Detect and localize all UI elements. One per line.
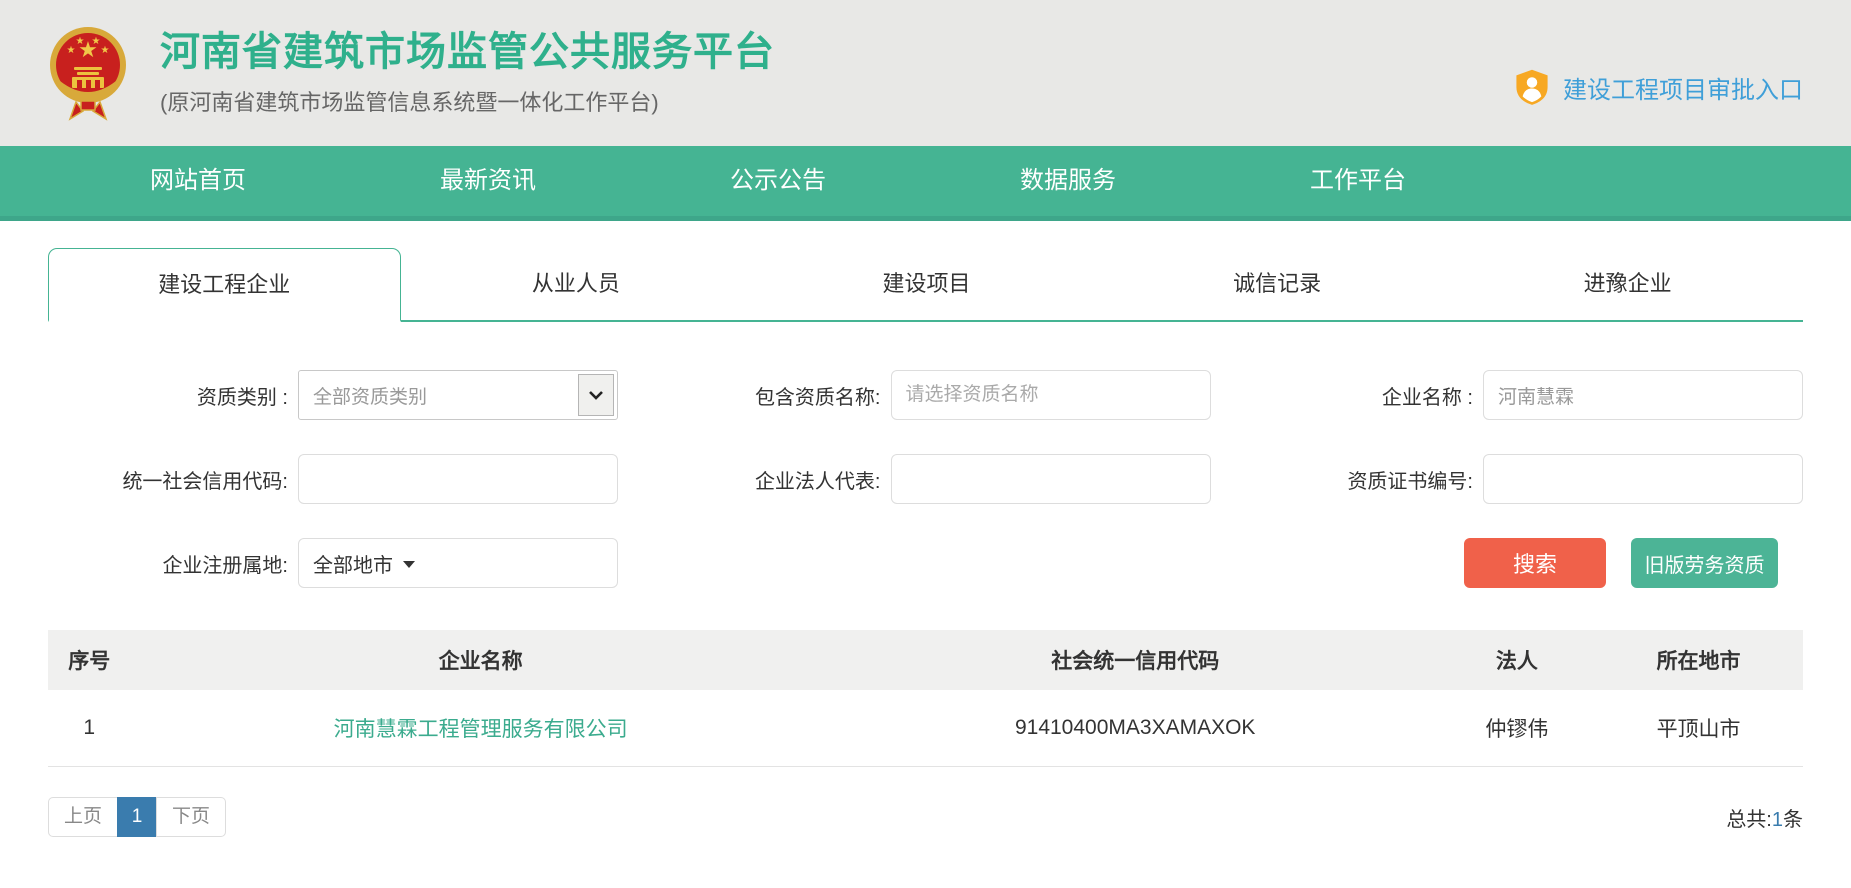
- page-header: ★ ★ ★ ★ ★ 河南省建筑市场监管: [0, 0, 1851, 146]
- tab-enterprises-entering-henan[interactable]: 进豫企业: [1452, 248, 1803, 320]
- tab-construction-enterprises[interactable]: 建设工程企业: [48, 248, 401, 322]
- total-prefix: 总共:: [1726, 809, 1772, 831]
- pagination-prev-button[interactable]: 上页: [48, 797, 118, 837]
- search-form: 资质类别 : 全部资质类别 包含资质名称: 企业名称 : 统一社会信用代码:: [0, 370, 1851, 588]
- svg-text:★: ★: [101, 45, 110, 56]
- table-header-row: 序号 企业名称 社会统一信用代码 法人 所在地市: [48, 630, 1803, 690]
- credit-code-label: 统一社会信用代码:: [48, 465, 298, 494]
- company-name-label: 企业名称 :: [1233, 381, 1483, 410]
- pagination-current-page[interactable]: 1: [117, 797, 157, 837]
- total-count-number: 1: [1772, 809, 1783, 831]
- column-header-company: 企业名称: [130, 630, 830, 690]
- qualification-name-input[interactable]: [891, 370, 1211, 420]
- certificate-no-label: 资质证书编号:: [1233, 465, 1483, 494]
- tab-practitioners[interactable]: 从业人员: [401, 248, 752, 320]
- register-city-dropdown[interactable]: 全部地市: [298, 538, 618, 588]
- main-nav: 网站首页 最新资讯 公示公告 数据服务 工作平台: [0, 146, 1851, 221]
- caret-down-icon: [403, 561, 415, 568]
- total-count-text: 总共:1条: [1726, 803, 1803, 832]
- table-row: 1 河南慧霖工程管理服务有限公司 91410400MA3XAMAXOK 仲镠伟 …: [48, 690, 1803, 767]
- table-footer: 上页 1 下页 总共:1条: [48, 797, 1803, 837]
- legacy-labor-qualification-button[interactable]: 旧版劳务资质: [1631, 538, 1778, 588]
- credit-code-cell: 91410400MA3XAMAXOK: [831, 690, 1440, 767]
- nav-item-announcements[interactable]: 公示公告: [633, 146, 923, 216]
- column-header-legal-person: 法人: [1440, 630, 1594, 690]
- results-table: 序号 企业名称 社会统一信用代码 法人 所在地市 1 河南慧霖工程管理服务有限公…: [48, 630, 1803, 767]
- svg-text:★: ★: [76, 36, 85, 47]
- qualification-type-select[interactable]: 全部资质类别: [298, 370, 618, 420]
- row-index-cell: 1: [48, 690, 130, 767]
- nav-item-work-platform[interactable]: 工作平台: [1213, 146, 1503, 216]
- column-header-credit-code: 社会统一信用代码: [831, 630, 1440, 690]
- shield-user-icon: [1515, 68, 1549, 106]
- tab-construction-projects[interactable]: 建设项目: [751, 248, 1102, 320]
- city-cell: 平顶山市: [1594, 690, 1803, 767]
- qualification-type-selected-value: 全部资质类别: [313, 382, 427, 409]
- tab-integrity-records[interactable]: 诚信记录: [1102, 248, 1453, 320]
- register-city-selected-value: 全部地市: [313, 549, 393, 578]
- register-city-label: 企业注册属地:: [48, 549, 298, 578]
- qualification-type-label: 资质类别 :: [48, 381, 298, 410]
- certificate-no-input[interactable]: [1483, 454, 1803, 504]
- site-title: 河南省建筑市场监管公共服务平台: [160, 29, 1515, 75]
- nav-item-data-services[interactable]: 数据服务: [923, 146, 1213, 216]
- nav-item-home[interactable]: 网站首页: [53, 146, 343, 216]
- legal-person-input[interactable]: [891, 454, 1211, 504]
- company-name-link[interactable]: 河南慧霖工程管理服务有限公司: [334, 718, 628, 741]
- pagination-next-button[interactable]: 下页: [156, 797, 226, 837]
- national-emblem-logo: ★ ★ ★ ★ ★: [48, 22, 128, 128]
- project-approval-entry-link[interactable]: 建设工程项目审批入口: [1515, 68, 1803, 106]
- column-header-index: 序号: [48, 630, 130, 690]
- site-subtitle: (原河南省建筑市场监管信息系统暨一体化工作平台): [160, 85, 1515, 117]
- page: ★ ★ ★ ★ ★ 河南省建筑市场监管: [0, 0, 1851, 888]
- legal-person-label: 企业法人代表:: [641, 465, 891, 494]
- qualification-name-label: 包含资质名称:: [641, 381, 891, 410]
- svg-text:★: ★: [92, 36, 101, 47]
- portal-link-label: 建设工程项目审批入口: [1563, 70, 1803, 105]
- category-tabs: 建设工程企业 从业人员 建设项目 诚信记录 进豫企业: [48, 248, 1803, 322]
- total-suffix: 条: [1783, 809, 1803, 831]
- svg-text:★: ★: [67, 45, 76, 56]
- nav-item-news[interactable]: 最新资讯: [343, 146, 633, 216]
- legal-person-cell: 仲镠伟: [1440, 690, 1594, 767]
- company-name-input[interactable]: [1483, 370, 1803, 420]
- column-header-city: 所在地市: [1594, 630, 1803, 690]
- chevron-down-icon[interactable]: [578, 374, 614, 416]
- pagination: 上页 1 下页: [48, 797, 226, 837]
- credit-code-input[interactable]: [298, 454, 618, 504]
- search-button[interactable]: 搜索: [1464, 538, 1606, 588]
